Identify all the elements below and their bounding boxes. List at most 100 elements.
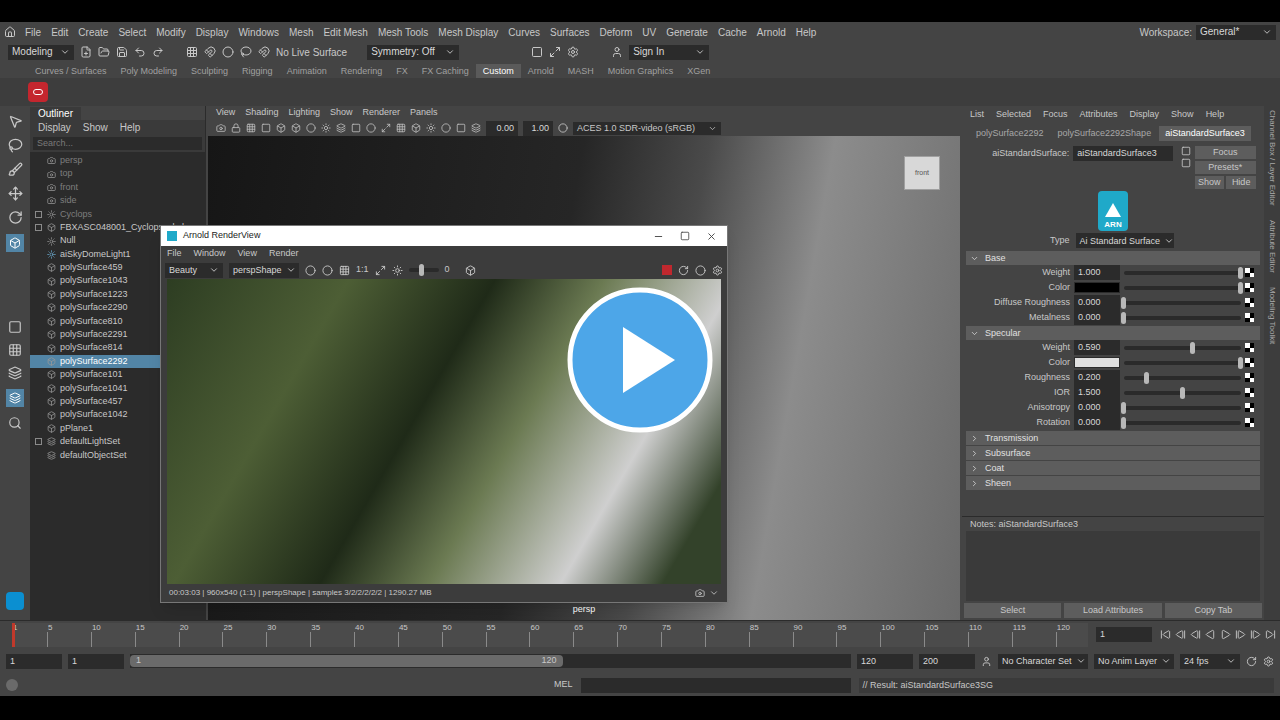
- outliner-menu[interactable]: Show: [83, 120, 108, 135]
- slider-handle[interactable]: [1121, 402, 1126, 414]
- end-time-field[interactable]: 200: [919, 654, 975, 669]
- map-button-icon[interactable]: [1245, 358, 1254, 367]
- section-header[interactable]: Coat: [966, 461, 1260, 475]
- viewport-tool-icon[interactable]: [366, 123, 376, 133]
- attribute-field[interactable]: 0.590: [1074, 340, 1120, 355]
- menu-item[interactable]: Deform: [595, 25, 638, 40]
- play-icon[interactable]: [1220, 629, 1231, 640]
- map-button-icon[interactable]: [1245, 268, 1254, 277]
- menu-item[interactable]: Surfaces: [545, 25, 594, 40]
- single-pane-icon[interactable]: [8, 320, 22, 334]
- menu-item[interactable]: Generate: [661, 25, 713, 40]
- viewport-tool-icon[interactable]: [276, 123, 286, 133]
- side-tab[interactable]: Channel Box / Layer Editor: [1266, 110, 1278, 206]
- ae-button[interactable]: Hide: [1226, 176, 1256, 189]
- section-header[interactable]: Subsurface: [966, 446, 1260, 460]
- range-track[interactable]: 1120: [130, 654, 851, 668]
- snapshot-icon[interactable]: [339, 265, 350, 276]
- live-surface-icon[interactable]: [258, 46, 270, 58]
- color-management-icon[interactable]: [558, 123, 568, 133]
- node-name-field[interactable]: aiStandardSurface3: [1073, 146, 1172, 161]
- snapshot-status-icon[interactable]: [695, 588, 705, 598]
- prev-key-icon[interactable]: [1190, 629, 1201, 640]
- shelf-tab[interactable]: Poly Modeling: [114, 64, 185, 78]
- shelf-tab[interactable]: Rigging: [235, 64, 280, 78]
- map-button-icon[interactable]: [1245, 298, 1254, 307]
- close-icon[interactable]: [706, 231, 717, 242]
- ae-button[interactable]: Focus: [1195, 146, 1257, 159]
- scale-tool-icon[interactable]: [6, 234, 24, 252]
- shelf-tab[interactable]: Arnold: [521, 64, 561, 78]
- move-tool-icon[interactable]: [8, 186, 23, 201]
- viewport-menu[interactable]: View: [216, 106, 235, 120]
- attribute-field[interactable]: 0.200: [1074, 370, 1120, 385]
- attribute-slider[interactable]: [1124, 376, 1241, 380]
- user-icon[interactable]: [611, 46, 623, 58]
- current-frame-marker[interactable]: [12, 623, 15, 647]
- attribute-field[interactable]: 0.000: [1074, 310, 1120, 325]
- attribute-slider[interactable]: [1124, 406, 1241, 410]
- slider-handle[interactable]: [1180, 387, 1185, 399]
- viewport-tool-icon[interactable]: [381, 123, 391, 133]
- menu-item[interactable]: Curves: [503, 25, 545, 40]
- display-icon[interactable]: [305, 265, 316, 276]
- menu-item[interactable]: Mesh: [284, 25, 318, 40]
- ae-menu[interactable]: Help: [1206, 108, 1225, 122]
- zoom-label[interactable]: 1:1: [356, 263, 369, 277]
- viewport-menu[interactable]: Renderer: [362, 106, 400, 120]
- menu-item[interactable]: Mesh Display: [433, 25, 503, 40]
- fps-dropdown[interactable]: 24 fps: [1180, 654, 1240, 669]
- slider-handle[interactable]: [419, 264, 424, 276]
- section-header[interactable]: Specular: [966, 326, 1260, 340]
- render-view-menu[interactable]: File: [167, 247, 182, 261]
- slider-handle[interactable]: [1190, 342, 1195, 354]
- range-start-field[interactable]: 1: [68, 654, 124, 669]
- map-button-icon[interactable]: [1245, 313, 1254, 322]
- ae-footer-button[interactable]: Load Attributes: [1064, 603, 1161, 618]
- character-set-dropdown[interactable]: No Character Set: [998, 654, 1088, 669]
- slider-handle[interactable]: [1238, 267, 1243, 279]
- attribute-slider[interactable]: [1124, 271, 1241, 275]
- command-input[interactable]: [581, 678, 851, 693]
- viewport-tool-icon[interactable]: [336, 123, 346, 133]
- start-time-field[interactable]: 1: [6, 654, 62, 669]
- ipr-toggle-icon[interactable]: [695, 265, 706, 276]
- outliner-item[interactable]: side: [30, 194, 205, 207]
- input-icon[interactable]: [1181, 146, 1191, 156]
- viewport-tool-icon[interactable]: [441, 123, 451, 133]
- map-button-icon[interactable]: [1245, 388, 1254, 397]
- shelf-tab[interactable]: Animation: [280, 64, 334, 78]
- section-header[interactable]: Base: [966, 251, 1260, 265]
- menu-item[interactable]: Windows: [233, 25, 284, 40]
- attribute-field[interactable]: 1.500: [1074, 385, 1120, 400]
- map-button-icon[interactable]: [1245, 373, 1254, 382]
- play-back-icon[interactable]: [1205, 629, 1216, 640]
- maximize-icon[interactable]: [680, 231, 690, 241]
- color-swatch[interactable]: [1074, 282, 1120, 293]
- view-cube[interactable]: front: [904, 156, 940, 190]
- attribute-slider[interactable]: [1124, 346, 1241, 350]
- attribute-slider[interactable]: [1124, 361, 1241, 365]
- symmetry-dropdown[interactable]: Symmetry: Off: [367, 45, 459, 60]
- undo-icon[interactable]: [134, 46, 146, 58]
- menu-item[interactable]: File: [20, 25, 46, 40]
- output-icon[interactable]: [1181, 158, 1191, 168]
- outliner-item[interactable]: Cyclops: [30, 208, 205, 221]
- home-icon[interactable]: [4, 26, 16, 38]
- shelf-tab[interactable]: Sculpting: [184, 64, 235, 78]
- ae-button[interactable]: Show: [1195, 176, 1225, 189]
- redo-icon[interactable]: [152, 46, 164, 58]
- character-set-icon[interactable]: [981, 656, 992, 667]
- save-scene-icon[interactable]: [116, 46, 128, 58]
- ae-tab[interactable]: polySurface2292: [970, 126, 1050, 141]
- workspace-dropdown[interactable]: General*: [1196, 25, 1276, 40]
- attribute-slider[interactable]: [1124, 301, 1241, 305]
- shelf-tab[interactable]: FX: [389, 64, 415, 78]
- rotate-tool-icon[interactable]: [8, 210, 23, 225]
- viewport-tool-icon[interactable]: [471, 123, 481, 133]
- ae-tab[interactable]: polySurface2292Shape: [1052, 126, 1158, 141]
- live-surface[interactable]: No Live Surface: [276, 45, 347, 60]
- slider-handle[interactable]: [1121, 312, 1126, 324]
- outliner-tab[interactable]: Outliner: [30, 107, 81, 120]
- ae-button[interactable]: Presets*: [1195, 161, 1257, 174]
